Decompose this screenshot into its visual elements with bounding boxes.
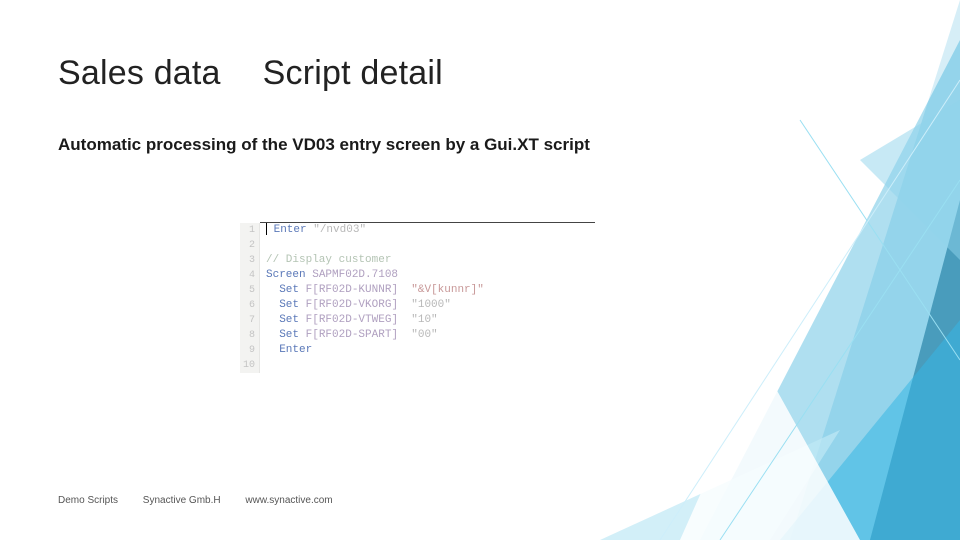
code-line: 8 Set F[RF02D-SPART] "00" <box>240 328 580 343</box>
code-text <box>260 238 266 253</box>
footer-company: Synactive Gmb.H <box>143 495 221 506</box>
footer-demo: Demo Scripts <box>58 495 118 506</box>
slide: Sales data Script detail Automatic proces… <box>0 0 960 540</box>
slide-title: Sales data Script detail <box>58 54 443 93</box>
line-number: 1 <box>240 223 260 238</box>
title-left: Sales data <box>58 54 221 92</box>
code-text <box>260 358 266 373</box>
code-text: Enter "/nvd03" <box>260 223 366 238</box>
code-line: 9 Enter <box>240 343 580 358</box>
code-line: 6 Set F[RF02D-VKORG] "1000" <box>240 298 580 313</box>
line-number: 4 <box>240 268 260 283</box>
line-number: 2 <box>240 238 260 253</box>
code-block: 1 Enter "/nvd03"23// Display customer4Sc… <box>240 222 580 373</box>
line-number: 6 <box>240 298 260 313</box>
code-text: Set F[RF02D-VTWEG] "10" <box>260 313 438 328</box>
decorative-triangles <box>540 0 960 540</box>
code-line: 5 Set F[RF02D-KUNNR] "&V[kunnr]" <box>240 283 580 298</box>
code-text: Enter <box>260 343 312 358</box>
code-line: 1 Enter "/nvd03" <box>240 223 580 238</box>
code-line: 3// Display customer <box>240 253 580 268</box>
footer-url: www.synactive.com <box>245 495 332 506</box>
title-right: Script detail <box>263 54 443 92</box>
code-line: 4Screen SAPMF02D.7108 <box>240 268 580 283</box>
code-line: 7 Set F[RF02D-VTWEG] "10" <box>240 313 580 328</box>
footer: Demo Scripts Synactive Gmb.H www.synacti… <box>58 495 355 506</box>
line-number: 5 <box>240 283 260 298</box>
code-text: Set F[RF02D-SPART] "00" <box>260 328 438 343</box>
code-text: Set F[RF02D-VKORG] "1000" <box>260 298 451 313</box>
line-number: 9 <box>240 343 260 358</box>
code-text: Screen SAPMF02D.7108 <box>260 268 398 283</box>
code-text: // Display customer <box>260 253 391 268</box>
code-line: 10 <box>240 358 580 373</box>
line-number: 10 <box>240 358 260 373</box>
line-number: 3 <box>240 253 260 268</box>
slide-subtitle: Automatic processing of the VD03 entry s… <box>58 135 590 155</box>
line-number: 8 <box>240 328 260 343</box>
line-number: 7 <box>240 313 260 328</box>
code-line: 2 <box>240 238 580 253</box>
code-text: Set F[RF02D-KUNNR] "&V[kunnr]" <box>260 283 484 298</box>
